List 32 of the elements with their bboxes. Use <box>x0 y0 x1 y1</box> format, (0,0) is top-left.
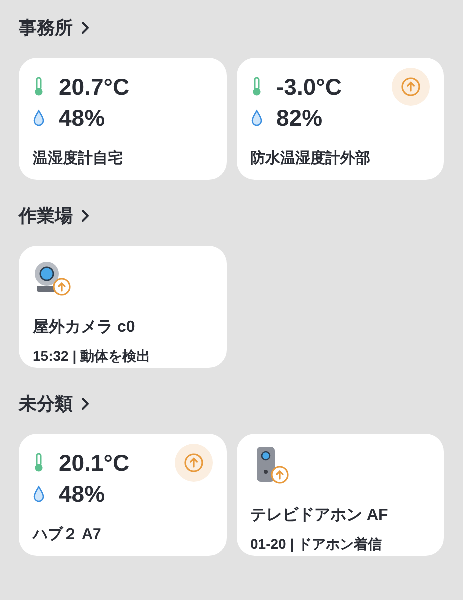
thermometer-icon <box>250 77 262 97</box>
thermometer-icon <box>33 453 45 473</box>
temperature-reading: 20.1°C <box>59 448 130 478</box>
section-heading[interactable]: 作業場 <box>19 202 90 230</box>
device-name: 屋外カメラ c0 <box>33 318 136 338</box>
section-heading[interactable]: 事務所 <box>19 14 90 42</box>
humidity-reading: 48% <box>59 480 106 509</box>
section-heading[interactable]: 未分類 <box>19 390 90 418</box>
sensor-card[interactable]: 20.1°C 48% ハブ２ A7 <box>19 434 226 556</box>
thermometer-icon <box>33 77 45 97</box>
water-drop-icon <box>33 109 45 127</box>
device-status: 01-20 | ドアホン着信 <box>250 535 384 554</box>
water-drop-icon <box>33 485 45 503</box>
update-icon[interactable] <box>392 68 430 106</box>
device-card[interactable]: 屋外カメラ c0 15:32 | 動体を検出 <box>19 246 226 368</box>
device-name: テレビドアホン AF <box>250 506 390 526</box>
humidity-reading: 82% <box>276 104 323 133</box>
temperature-reading: -3.0°C <box>276 72 342 102</box>
sensor-card[interactable]: -3.0°C 82% 防水温湿度計外部 <box>236 58 444 180</box>
device-name: 防水温湿度計外部 <box>250 149 372 169</box>
chevron-right-icon <box>81 397 90 411</box>
update-icon[interactable] <box>174 444 212 482</box>
humidity-reading: 48% <box>59 104 106 133</box>
chevron-right-icon <box>81 21 90 35</box>
device-status: 15:32 | 動体を検出 <box>33 347 152 366</box>
sensor-card[interactable]: 20.7°C 48% 温湿度計自宅 <box>19 58 226 180</box>
device-name: ハブ２ A7 <box>33 525 102 545</box>
device-name: 温湿度計自宅 <box>33 149 124 169</box>
temperature-reading: 20.7°C <box>59 72 130 102</box>
water-drop-icon <box>250 109 262 127</box>
chevron-right-icon <box>81 209 90 223</box>
device-card[interactable]: テレビドアホン AF 01-20 | ドアホン着信 <box>236 434 444 556</box>
